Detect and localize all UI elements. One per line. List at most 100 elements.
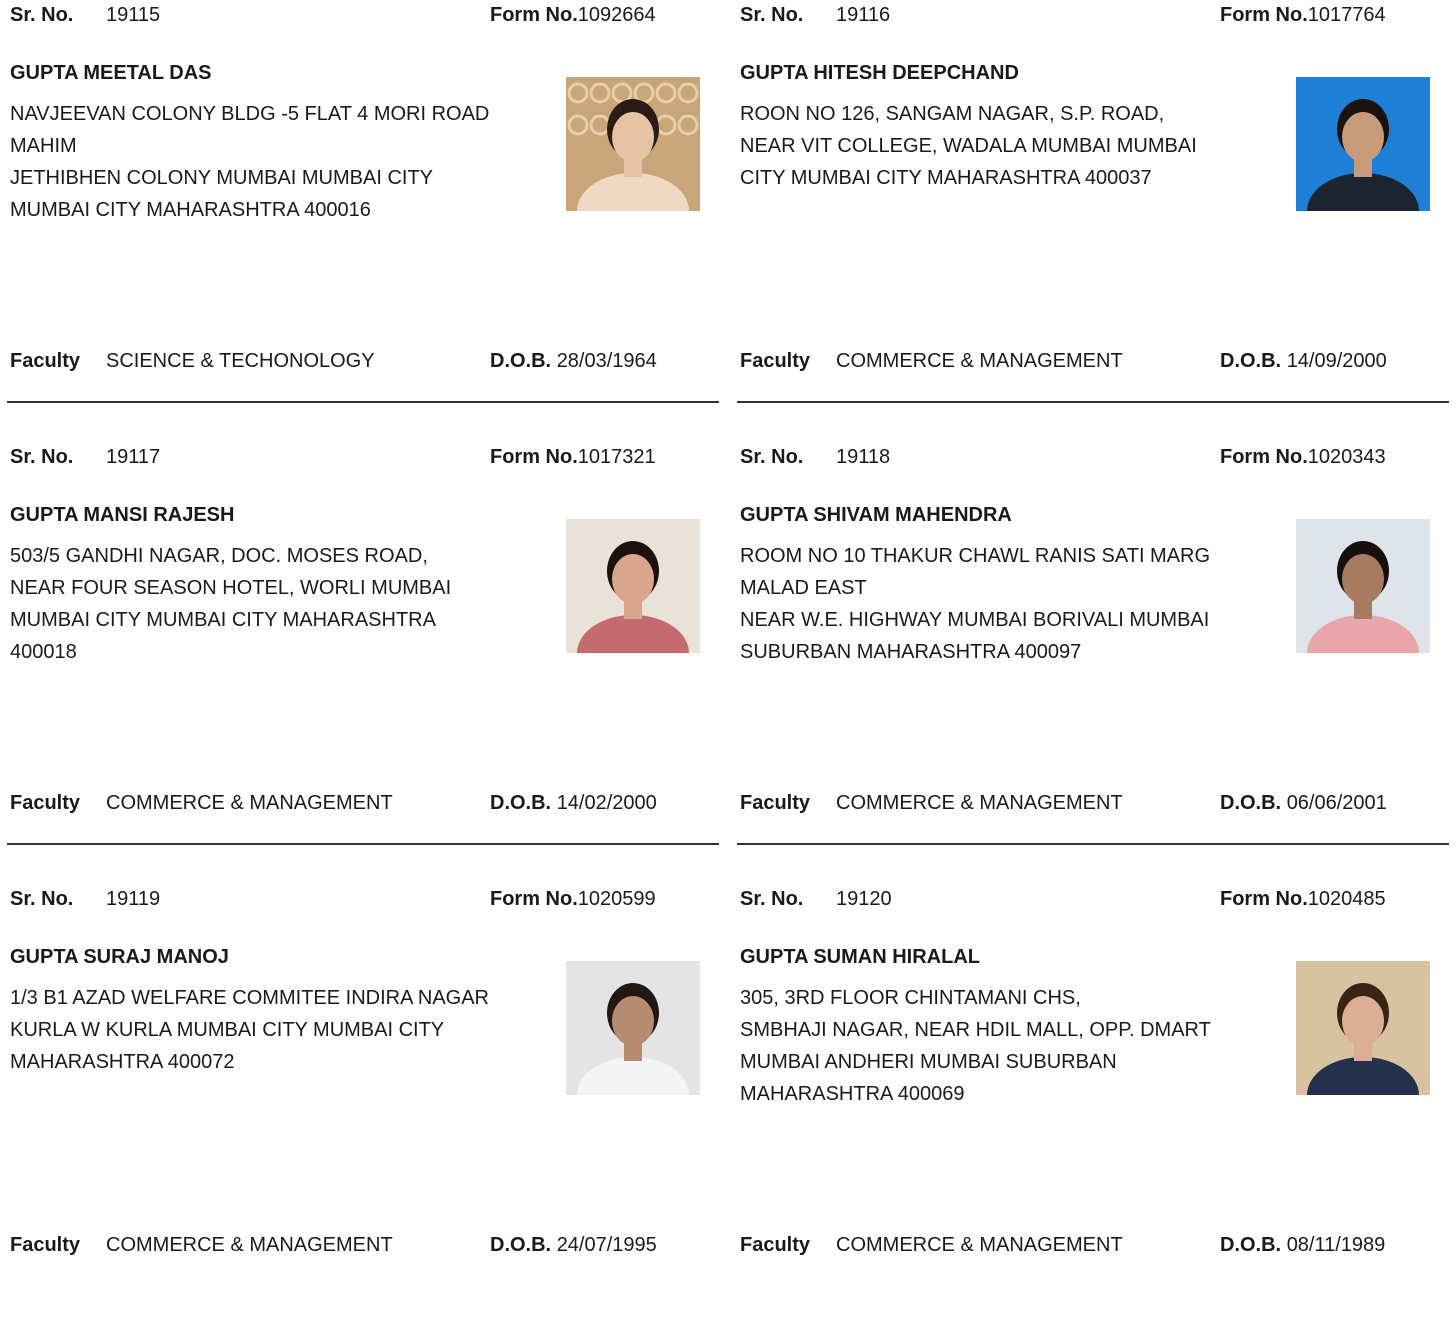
dob-label: D.O.B. — [490, 792, 552, 814]
sr-no-row: Sr. No. 19118 — [740, 446, 890, 469]
applicant-address: 503/5 GANDHI NAGAR, DOC. MOSES ROAD, NEA… — [10, 540, 550, 668]
faculty-value: COMMERCE & MANAGEMENT — [836, 1234, 1123, 1256]
applicant-name: GUPTA SURAJ MANOJ — [10, 946, 229, 968]
faculty-row: Faculty SCIENCE & TECHONOLOGY — [10, 350, 375, 373]
address-line: SMBHAJI NAGAR, NEAR HDIL MALL, OPP. DMAR… — [740, 1019, 1211, 1041]
form-no-value: 1017764 — [1307, 4, 1386, 26]
form-no-row: Form No.1020485 — [1220, 888, 1386, 911]
faculty-label: Faculty — [10, 792, 81, 814]
applicant-address: NAVJEEVAN COLONY BLDG -5 FLAT 4 MORI ROA… — [10, 98, 550, 226]
divider — [7, 401, 719, 403]
dob-value: 28/03/1964 — [556, 350, 657, 372]
address-line: ROON NO 126, SANGAM NAGAR, S.P. ROAD, — [740, 103, 1165, 125]
form-no-row: Form No.1017321 — [490, 446, 656, 469]
faculty-row: Faculty COMMERCE & MANAGEMENT — [10, 792, 393, 815]
applicant-photo — [1296, 77, 1430, 211]
dob-row: D.O.B. 14/09/2000 — [1220, 350, 1387, 373]
record-card: Sr. No. 19119 Form No.1020599 GUPTA SURAJ… — [7, 884, 719, 1325]
faculty-value: COMMERCE & MANAGEMENT — [106, 792, 393, 814]
form-no-value: 1020485 — [1307, 888, 1386, 910]
portrait-face — [1342, 554, 1384, 604]
applicant-address: 305, 3RD FLOOR CHINTAMANI CHS, SMBHAJI N… — [740, 982, 1280, 1110]
dob-value: 14/09/2000 — [1286, 350, 1387, 372]
sr-no-row: Sr. No. 19119 — [10, 888, 160, 911]
applicant-photo — [566, 961, 700, 1095]
address-line: NAVJEEVAN COLONY BLDG -5 FLAT 4 MORI ROA… — [10, 103, 490, 125]
portrait-image — [1296, 961, 1430, 1095]
form-no-value: 1017321 — [577, 446, 656, 468]
record-card: Sr. No. 19120 Form No.1020485 GUPTA SUMAN… — [737, 884, 1449, 1325]
record-card: Sr. No. 19116 Form No.1017764 GUPTA HITES… — [737, 0, 1449, 441]
applicant-address: ROON NO 126, SANGAM NAGAR, S.P. ROAD, NE… — [740, 98, 1280, 194]
dob-row: D.O.B. 14/02/2000 — [490, 792, 657, 815]
applicant-name: GUPTA HITESH DEEPCHAND — [740, 62, 1019, 84]
address-line: KURLA W KURLA MUMBAI CITY MUMBAI CITY — [10, 1019, 445, 1041]
sr-no-value: 19117 — [106, 446, 161, 468]
record-card: Sr. No. 19117 Form No.1017321 GUPTA MANSI… — [7, 442, 719, 883]
address-line: MAHIM — [10, 135, 77, 157]
dob-row: D.O.B. 08/11/1989 — [1220, 1234, 1385, 1257]
dob-row: D.O.B. 06/06/2001 — [1220, 792, 1387, 815]
applicant-name: GUPTA MANSI RAJESH — [10, 504, 235, 526]
address-line: SUBURBAN MAHARASHTRA 400097 — [740, 641, 1082, 663]
address-line: MUMBAI CITY MAHARASHTRA 400016 — [10, 199, 371, 221]
portrait-face — [612, 554, 654, 604]
record-card: Sr. No. 19115 Form No.1092664 GUPTA MEETA… — [7, 0, 719, 441]
sr-no-row: Sr. No. 19116 — [740, 4, 890, 27]
dob-value: 06/06/2001 — [1286, 792, 1387, 814]
sr-no-label: Sr. No. — [740, 888, 804, 910]
portrait-image — [566, 961, 700, 1095]
portrait-image — [1296, 519, 1430, 653]
address-line: MALAD EAST — [740, 577, 867, 599]
address-line: JETHIBHEN COLONY MUMBAI MUMBAI CITY — [10, 167, 434, 189]
form-no-value: 1092664 — [577, 4, 656, 26]
applicant-photo — [566, 77, 700, 211]
address-line: 305, 3RD FLOOR CHINTAMANI CHS, — [740, 987, 1081, 1009]
dob-row: D.O.B. 28/03/1964 — [490, 350, 657, 373]
sr-no-value: 19115 — [106, 4, 161, 26]
form-no-value: 1020343 — [1307, 446, 1386, 468]
faculty-row: Faculty COMMERCE & MANAGEMENT — [740, 1234, 1123, 1257]
faculty-value: SCIENCE & TECHONOLOGY — [106, 350, 375, 372]
sr-no-value: 19119 — [106, 888, 161, 910]
form-no-row: Form No.1092664 — [490, 4, 656, 27]
portrait-face — [1342, 996, 1384, 1046]
form-no-label: Form No. — [1220, 446, 1308, 468]
address-line: MAHARASHTRA 400072 — [10, 1051, 235, 1073]
sr-no-row: Sr. No. 19115 — [10, 4, 160, 27]
applicant-name: GUPTA MEETAL DAS — [10, 62, 212, 84]
form-no-label: Form No. — [1220, 4, 1308, 26]
address-line: CITY MUMBAI CITY MAHARASHTRA 400037 — [740, 167, 1152, 189]
sr-no-value: 19118 — [836, 446, 891, 468]
portrait-image — [1296, 77, 1430, 211]
dob-label: D.O.B. — [490, 350, 552, 372]
dob-value: 24/07/1995 — [556, 1234, 657, 1256]
form-no-value: 1020599 — [577, 888, 656, 910]
applicant-photo — [566, 519, 700, 653]
address-line: MAHARASHTRA 400069 — [740, 1083, 965, 1105]
sr-no-label: Sr. No. — [740, 446, 804, 468]
faculty-label: Faculty — [740, 792, 811, 814]
address-line: NEAR FOUR SEASON HOTEL, WORLI MUMBAI — [10, 577, 452, 599]
dob-label: D.O.B. — [490, 1234, 552, 1256]
record-card: Sr. No. 19118 Form No.1020343 GUPTA SHIVA… — [737, 442, 1449, 883]
faculty-value: COMMERCE & MANAGEMENT — [836, 792, 1123, 814]
divider — [737, 401, 1449, 403]
sr-no-row: Sr. No. 19120 — [740, 888, 892, 911]
faculty-value: COMMERCE & MANAGEMENT — [836, 350, 1123, 372]
form-no-row: Form No.1020343 — [1220, 446, 1386, 469]
divider — [737, 843, 1449, 845]
dob-value: 08/11/1989 — [1286, 1234, 1386, 1256]
faculty-value: COMMERCE & MANAGEMENT — [106, 1234, 393, 1256]
address-line: 1/3 B1 AZAD WELFARE COMMITEE INDIRA NAGA… — [10, 987, 489, 1009]
form-no-label: Form No. — [490, 446, 578, 468]
dob-row: D.O.B. 24/07/1995 — [490, 1234, 657, 1257]
portrait-image — [566, 519, 700, 653]
address-line: NEAR VIT COLLEGE, WADALA MUMBAI MUMBAI — [740, 135, 1197, 157]
address-line: MUMBAI ANDHERI MUMBAI SUBURBAN — [740, 1051, 1117, 1073]
portrait-image — [566, 77, 700, 211]
sr-no-value: 19116 — [836, 4, 891, 26]
address-line: 503/5 GANDHI NAGAR, DOC. MOSES ROAD, — [10, 545, 428, 567]
applicant-address: ROOM NO 10 THAKUR CHAWL RANIS SATI MARG … — [740, 540, 1280, 668]
form-no-row: Form No.1020599 — [490, 888, 656, 911]
